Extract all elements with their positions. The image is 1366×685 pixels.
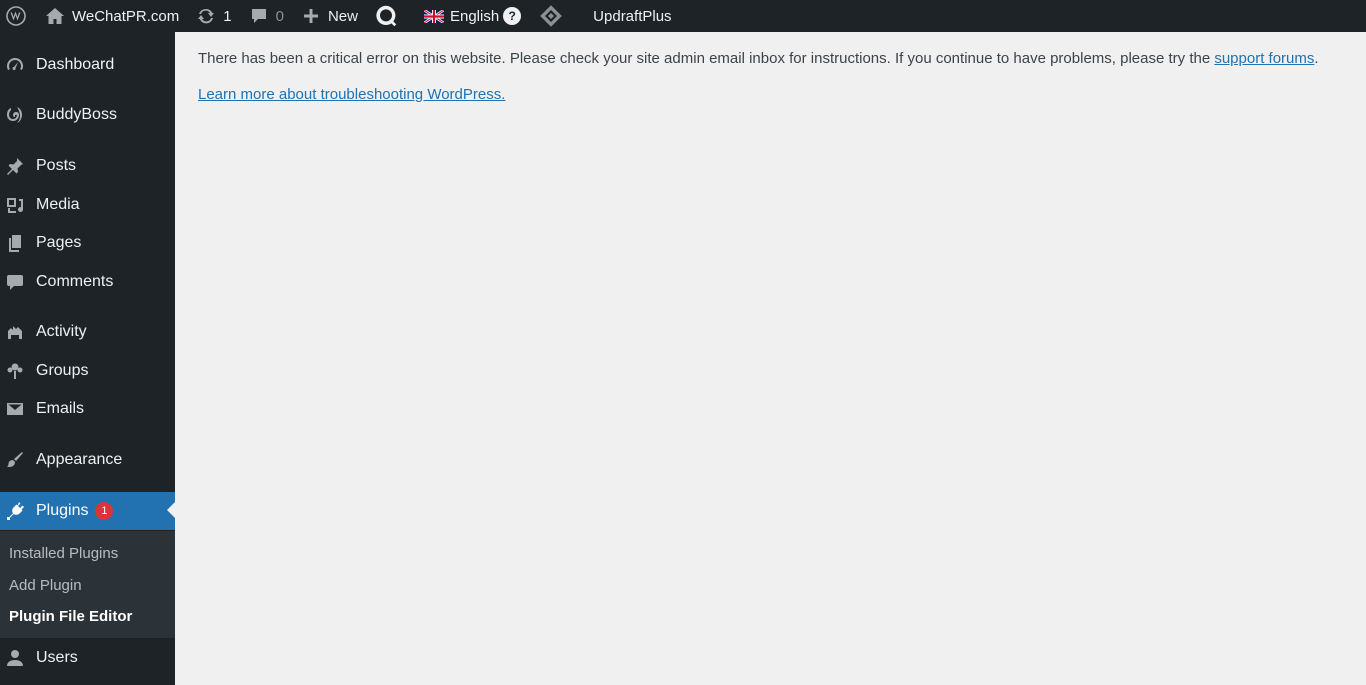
critical-error-message: There has been a critical error on this …: [198, 50, 1338, 67]
submenu-installed-plugins[interactable]: Installed Plugins: [9, 545, 118, 562]
help-icon[interactable]: ?: [503, 7, 522, 25]
menu-item-posts[interactable]: Posts: [0, 148, 175, 184]
buddyboss-icon: [0, 105, 36, 125]
menu-item-appearance[interactable]: Appearance: [0, 442, 175, 478]
home-icon: [44, 5, 66, 27]
menu-label-groups: Groups: [36, 362, 89, 379]
menu-label-comments: Comments: [36, 273, 114, 290]
paintbrush-icon: [0, 450, 36, 470]
submenu-plugin-file-editor[interactable]: Plugin File Editor: [9, 608, 132, 625]
comment-bubble-icon: [0, 272, 36, 292]
plugins-update-badge: 1: [95, 502, 114, 520]
plus-icon: [300, 5, 322, 27]
wordpress-logo-icon: [4, 4, 28, 28]
language-switcher[interactable]: English ?: [412, 0, 529, 32]
comment-bubble-icon: [248, 5, 270, 27]
menu-item-users[interactable]: Users: [0, 640, 175, 676]
menu-item-comments[interactable]: Comments: [0, 264, 175, 300]
user-icon: [0, 648, 36, 668]
plugin-plug-icon: [0, 501, 36, 521]
pages-icon: [0, 233, 36, 253]
new-label: New: [327, 7, 358, 25]
site-name-link[interactable]: WeChatPR.com: [36, 0, 187, 32]
new-content-link[interactable]: New: [292, 0, 366, 32]
updates-count: 1: [223, 7, 232, 25]
menu-item-buddyboss[interactable]: BuddyBoss: [0, 97, 175, 133]
menu-label-pages: Pages: [36, 234, 82, 251]
groups-icon: [0, 361, 36, 381]
menu-label-buddyboss: BuddyBoss: [36, 106, 117, 123]
email-envelope-icon: [0, 399, 36, 419]
admin-sidebar: Dashboard BuddyBoss Posts Media Pages Co…: [0, 32, 175, 685]
refresh-icon: [195, 5, 217, 27]
updates-link[interactable]: 1: [187, 0, 239, 32]
diamond-menu[interactable]: [529, 0, 579, 32]
main-content: There has been a critical error on this …: [175, 32, 1366, 685]
updraftplus-label: UpdraftPlus: [593, 7, 672, 25]
language-label: English: [449, 7, 500, 25]
menu-label-appearance: Appearance: [36, 451, 123, 468]
comments-count: 0: [275, 7, 284, 25]
menu-label-dashboard: Dashboard: [36, 56, 115, 73]
menu-label-plugins: Plugins: [36, 502, 89, 519]
menu-label-media: Media: [36, 196, 80, 213]
comments-link[interactable]: 0: [240, 0, 292, 32]
menu-label-activity: Activity: [36, 323, 87, 340]
learn-more-paragraph: Learn more about troubleshooting WordPre…: [198, 86, 505, 103]
support-forums-link[interactable]: support forums: [1214, 50, 1314, 67]
menu-label-emails: Emails: [36, 400, 85, 417]
menu-item-activity[interactable]: Activity: [0, 314, 175, 350]
pushpin-icon: [0, 156, 36, 176]
activity-icon: [0, 322, 36, 342]
wordpress-logo-menu[interactable]: [0, 0, 36, 32]
site-name: WeChatPR.com: [72, 7, 180, 25]
menu-item-pages[interactable]: Pages: [0, 225, 175, 261]
query-monitor-icon: [374, 4, 398, 28]
error-text: There has been a critical error on this …: [198, 50, 1215, 67]
menu-item-dashboard[interactable]: Dashboard: [0, 47, 175, 83]
error-end: .: [1314, 50, 1319, 67]
dashboard-gauge-icon: [0, 55, 36, 75]
menu-label-posts: Posts: [36, 157, 77, 174]
menu-label-users: Users: [36, 649, 78, 666]
admin-bar: WeChatPR.com 1 0 New English ? UpdraftPl…: [0, 0, 1366, 32]
menu-item-plugins[interactable]: Plugins 1: [0, 492, 175, 530]
menu-item-media[interactable]: Media: [0, 187, 175, 223]
updraftplus-link[interactable]: UpdraftPlus: [579, 0, 679, 32]
media-camera-icon: [0, 195, 36, 215]
diamond-icon: [539, 4, 563, 28]
submenu-add-plugin[interactable]: Add Plugin: [9, 577, 82, 594]
query-monitor-link[interactable]: [366, 0, 412, 32]
learn-more-link[interactable]: Learn more about troubleshooting WordPre…: [198, 86, 505, 103]
uk-flag-icon: [423, 9, 444, 23]
menu-item-emails[interactable]: Emails: [0, 391, 175, 427]
plugins-submenu: Installed Plugins Add Plugin Plugin File…: [0, 531, 175, 638]
menu-item-groups[interactable]: Groups: [0, 353, 175, 389]
